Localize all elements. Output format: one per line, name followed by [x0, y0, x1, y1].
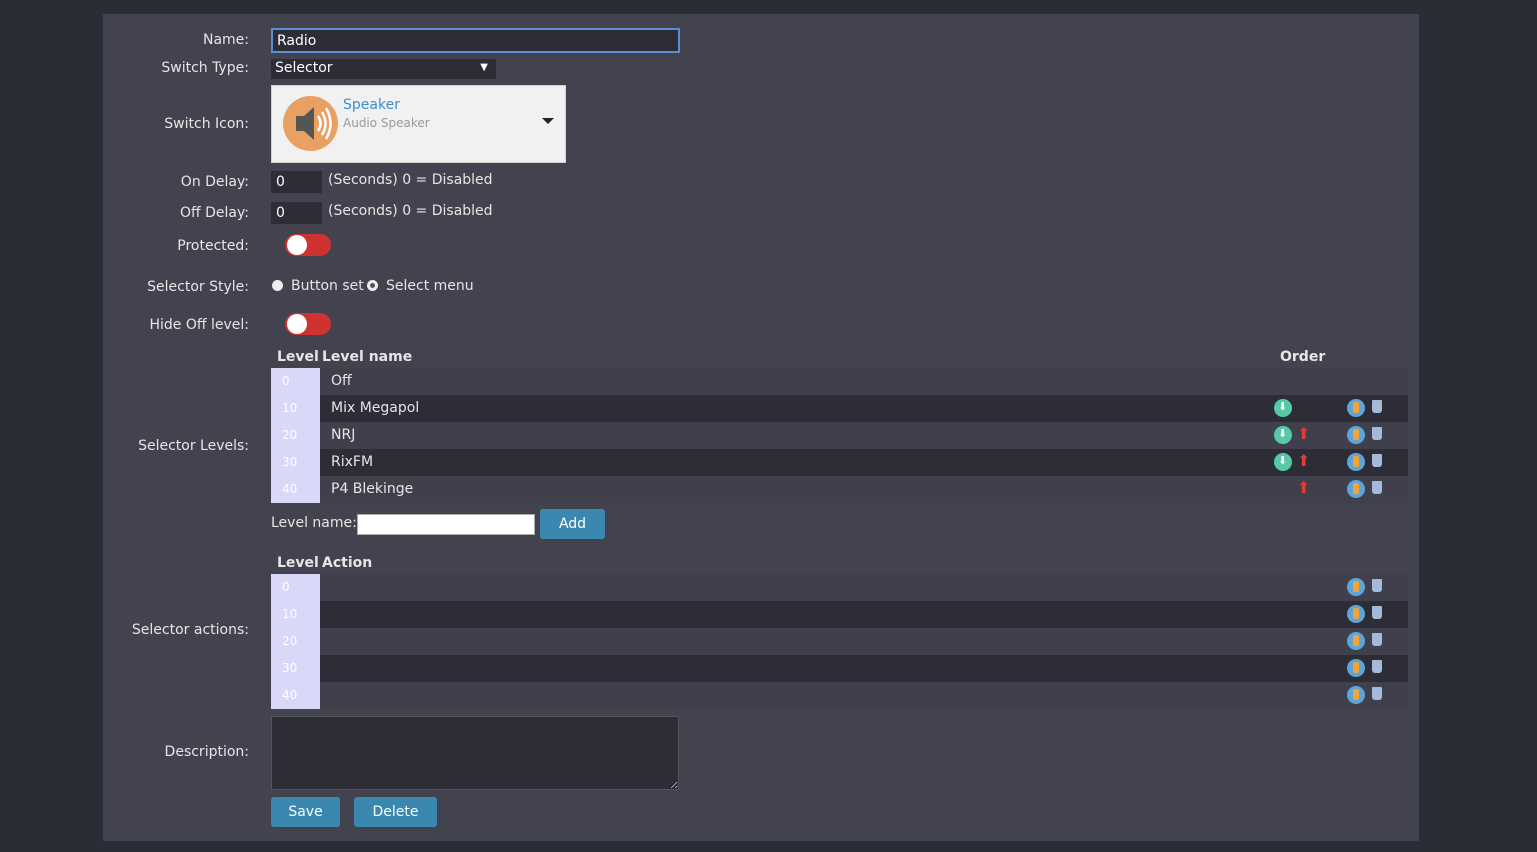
- selector-style-label: Selector Style:: [147, 279, 249, 295]
- description-label: Description:: [164, 744, 249, 760]
- action-level-value: 30: [271, 655, 320, 682]
- edit-icon[interactable]: [1347, 453, 1365, 471]
- levels-header-name: Level name: [322, 349, 413, 365]
- hide-off-level-label: Hide Off level:: [149, 317, 250, 333]
- delete-icon[interactable]: [1370, 399, 1384, 417]
- level-row: 20 NRJ: [271, 422, 1408, 449]
- delete-icon[interactable]: [1370, 578, 1384, 596]
- switch-type-select[interactable]: Selector ▼: [271, 59, 496, 79]
- edit-icon[interactable]: [1347, 605, 1365, 623]
- level-value: 30: [271, 449, 320, 476]
- edit-icon[interactable]: [1347, 659, 1365, 677]
- level-row: 40 P4 Blekinge: [271, 476, 1408, 503]
- delete-icon[interactable]: [1370, 686, 1384, 704]
- delete-icon[interactable]: [1370, 632, 1384, 650]
- delete-button[interactable]: Delete: [354, 797, 437, 827]
- action-row: 30: [271, 655, 1408, 682]
- level-value: 20: [271, 422, 320, 449]
- edit-icon[interactable]: [1347, 480, 1365, 498]
- levels-header-order: Order: [1280, 349, 1326, 365]
- move-down-icon[interactable]: [1274, 399, 1292, 417]
- edit-icon[interactable]: [1347, 426, 1365, 444]
- move-up-icon[interactable]: [1296, 478, 1314, 498]
- delete-icon[interactable]: [1370, 480, 1384, 498]
- off-delay-input[interactable]: [271, 202, 322, 224]
- move-up-icon[interactable]: [1296, 451, 1314, 471]
- actions-header-level: Level: [277, 555, 319, 571]
- edit-icon[interactable]: [1347, 632, 1365, 650]
- actions-header-action: Action: [322, 555, 373, 571]
- level-row: 10 Mix Megapol: [271, 395, 1408, 422]
- action-row: 10: [271, 601, 1408, 628]
- level-value: 0: [271, 368, 320, 395]
- hide-off-level-toggle[interactable]: [285, 313, 331, 335]
- delete-icon[interactable]: [1370, 659, 1384, 677]
- move-up-icon[interactable]: [1296, 424, 1314, 444]
- level-name: Off: [331, 373, 352, 389]
- switch-type-label: Switch Type:: [161, 60, 249, 76]
- off-delay-label: Off Delay:: [180, 205, 249, 221]
- action-row: 0: [271, 574, 1408, 601]
- action-row: 20: [271, 628, 1408, 655]
- level-name: Mix Megapol: [331, 400, 420, 416]
- toggle-knob: [287, 235, 307, 255]
- toggle-knob: [287, 314, 307, 334]
- protected-label: Protected:: [177, 238, 249, 254]
- on-delay-input[interactable]: [271, 171, 322, 193]
- description-textarea[interactable]: [271, 716, 679, 790]
- level-row: 0 Off: [271, 368, 1408, 395]
- switch-icon-title: Speaker: [343, 97, 400, 113]
- on-delay-label: On Delay:: [180, 174, 249, 190]
- name-label: Name:: [202, 32, 249, 48]
- off-delay-hint: (Seconds) 0 = Disabled: [328, 203, 493, 219]
- speaker-icon: [283, 96, 338, 151]
- edit-icon[interactable]: [1347, 686, 1365, 704]
- chevron-down-icon: ▼: [480, 62, 488, 73]
- selector-actions-label: Selector actions:: [131, 622, 249, 638]
- action-level-value: 20: [271, 628, 320, 655]
- switch-type-value: Selector: [275, 60, 333, 76]
- protected-toggle[interactable]: [285, 234, 331, 256]
- name-input[interactable]: [271, 28, 680, 53]
- on-delay-hint: (Seconds) 0 = Disabled: [328, 172, 493, 188]
- level-name-label: Level name:: [271, 515, 357, 531]
- level-name: RixFM: [331, 454, 374, 470]
- level-name: NRJ: [331, 427, 356, 443]
- add-level-button[interactable]: Add: [540, 509, 605, 539]
- caret-down-icon: [542, 118, 554, 124]
- level-value: 40: [271, 476, 320, 503]
- level-name: P4 Blekinge: [331, 481, 414, 497]
- level-row: 30 RixFM: [271, 449, 1408, 476]
- edit-icon[interactable]: [1347, 399, 1365, 417]
- move-down-icon[interactable]: [1274, 426, 1292, 444]
- save-button[interactable]: Save: [271, 797, 340, 827]
- radio-select-menu[interactable]: [367, 280, 378, 291]
- action-level-value: 40: [271, 682, 320, 709]
- switch-icon-select[interactable]: Speaker Audio Speaker: [271, 85, 566, 163]
- action-level-value: 10: [271, 601, 320, 628]
- radio-button-set[interactable]: [272, 280, 283, 291]
- switch-icon-label: Switch Icon:: [164, 116, 249, 132]
- level-value: 10: [271, 395, 320, 422]
- move-down-icon[interactable]: [1274, 453, 1292, 471]
- edit-icon[interactable]: [1347, 578, 1365, 596]
- radio-button-set-label: Button set: [291, 278, 364, 294]
- delete-icon[interactable]: [1370, 453, 1384, 471]
- switch-icon-subtitle: Audio Speaker: [343, 116, 430, 130]
- radio-select-menu-label: Select menu: [386, 278, 474, 294]
- delete-icon[interactable]: [1370, 605, 1384, 623]
- delete-icon[interactable]: [1370, 426, 1384, 444]
- level-name-input[interactable]: [357, 514, 535, 535]
- action-row: 40: [271, 682, 1408, 709]
- selector-levels-label: Selector Levels:: [138, 438, 249, 454]
- levels-header-level: Level: [277, 349, 319, 365]
- edit-device-panel: Name: Switch Type: Selector ▼ Switch Ico…: [103, 14, 1419, 841]
- action-level-value: 0: [271, 574, 320, 601]
